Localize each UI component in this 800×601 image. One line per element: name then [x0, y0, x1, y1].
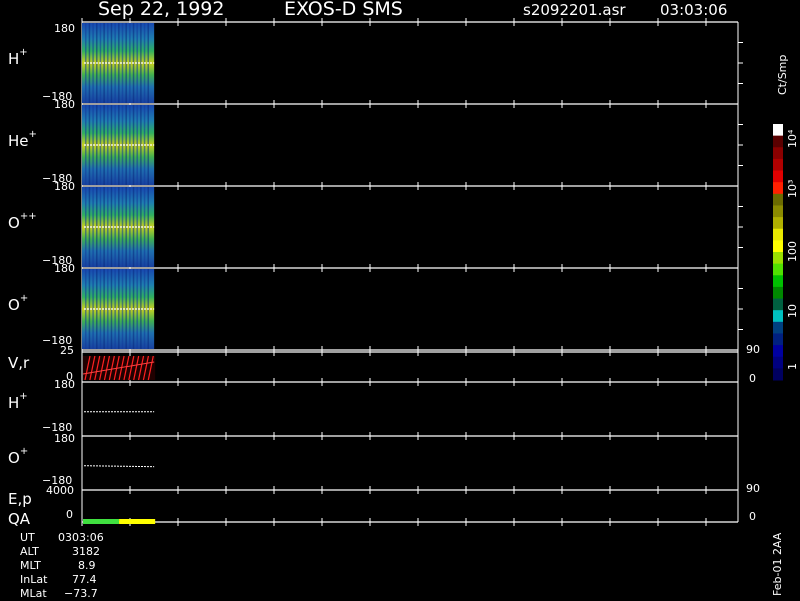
- spectrogram-He+: [82, 105, 155, 185]
- colorbar-swatch-4: [773, 170, 783, 183]
- colorbar-swatch-5: [773, 182, 783, 195]
- colorbar-swatch-19: [773, 345, 783, 358]
- panel-label-oplus-line: O+: [8, 446, 29, 467]
- info-row-alt: ALT 3182: [20, 545, 100, 558]
- qa-segment-1: [119, 519, 156, 524]
- panel-label-heplus: He+: [8, 129, 37, 150]
- vr-panel-group: [82, 355, 156, 381]
- colorbar-swatch-9: [773, 228, 783, 241]
- qa-segment-0: [83, 519, 120, 524]
- colorbar-label-10k: 10⁴: [786, 129, 799, 148]
- colorbar-swatch-2: [773, 147, 783, 160]
- panel-label-ep: E,p: [8, 490, 32, 508]
- colorbar-swatch-11: [773, 252, 783, 265]
- info-row-ut: UT 0303:06: [20, 531, 104, 544]
- colorbar-swatch-12: [773, 263, 783, 276]
- info-block: UT 0303:06 ALT 3182 MLT 8.9 InLat 77.4 MLat −…: [20, 531, 120, 601]
- colorbar-swatch-6: [773, 193, 783, 206]
- tick-heplus-top: 180: [54, 98, 75, 111]
- spectrogram-O+: [82, 269, 155, 349]
- plot-area: [81, 18, 783, 526]
- tick-vr-right-top: 90: [746, 343, 760, 356]
- colorbar-swatch-18: [773, 333, 783, 346]
- colorbar-unit: Ct/Smp: [776, 54, 789, 95]
- tick-ep-bottom: 0: [66, 508, 73, 521]
- colorbar-swatch-13: [773, 275, 783, 288]
- colorbar-swatch-8: [773, 217, 783, 230]
- info-row-mlt: MLT 8.9: [20, 559, 96, 572]
- line-trace-1: [83, 465, 155, 468]
- colorbar-swatch-7: [773, 205, 783, 218]
- colorbar-swatch-10: [773, 240, 783, 253]
- info-row-mlat: MLat −73.7: [20, 587, 98, 600]
- colorbar-swatch-16: [773, 310, 783, 323]
- colorbar-swatch-3: [773, 158, 783, 172]
- footer-stamp: Feb-01 2AA: [771, 532, 784, 596]
- qa-bar-group: [83, 519, 156, 524]
- colorbar-swatch-17: [773, 321, 783, 334]
- panel-label-hplus: H+: [8, 47, 28, 68]
- colorbar-label-100: 100: [786, 241, 799, 262]
- colorbar-swatch-15: [773, 298, 783, 311]
- tick-oline-top: 180: [54, 432, 75, 445]
- panel-label-vr: V,r: [8, 354, 30, 372]
- tick-hplus-top: 180: [54, 22, 75, 35]
- tick-ep-right-top: 90: [746, 482, 760, 495]
- colorbar-swatch-0: [773, 124, 783, 137]
- colorbar-label-10: 10: [786, 304, 799, 318]
- spectrogram-O++: [82, 187, 155, 267]
- spectrogram-H+: [82, 23, 155, 103]
- colorbar-swatch-20: [773, 356, 783, 369]
- tick-hline-top: 180: [54, 378, 75, 391]
- tick-oplus-top: 180: [54, 262, 75, 275]
- colorbar-label-1: 1: [786, 363, 799, 370]
- colorbar-swatch-14: [773, 286, 783, 300]
- tick-oplusplus-top: 180: [54, 180, 75, 193]
- panel-frames: [81, 18, 743, 526]
- tick-ep-top: 4000: [46, 484, 74, 497]
- panel-label-oplus: O+: [8, 293, 29, 314]
- tick-vr-right-bottom: 0: [749, 372, 756, 385]
- panel-label-hplus-line: H+: [8, 391, 28, 412]
- tick-vr-top: 25: [60, 344, 74, 357]
- panel-label-qa: QA: [8, 510, 31, 528]
- colorbar-swatch-21: [773, 368, 783, 381]
- tick-ep-right-bottom: 0: [749, 510, 756, 523]
- info-row-inlat: InLat 77.4: [20, 573, 97, 586]
- colorbar-group: [773, 124, 783, 381]
- line-panel-group: [83, 411, 155, 468]
- panel-label-oplusplus: O++: [8, 211, 37, 232]
- colorbar-label-1k: 10³: [786, 179, 799, 198]
- colorbar-swatch-1: [773, 135, 783, 148]
